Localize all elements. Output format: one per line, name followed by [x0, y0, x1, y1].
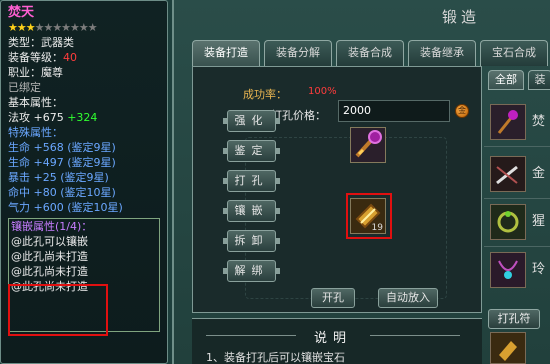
tab-equip-forge[interactable]: 装备打造 — [192, 40, 260, 66]
ring-icon — [491, 205, 525, 239]
inventory-item-name: 金 — [532, 166, 546, 181]
star-empty-icon: ★★★★★★★ — [34, 21, 98, 34]
base-attr-title: 基本属性： — [8, 96, 63, 109]
star-rating: ★★★★★★★★★★ — [8, 21, 160, 35]
tab-equip-inherit[interactable]: 装备继承 — [408, 40, 476, 66]
item-level: 装备等级：40 — [8, 51, 77, 64]
socket-title: 镶嵌属性(1/4)： — [11, 220, 93, 233]
tab-equip-decompose[interactable]: 装备分解 — [264, 40, 332, 66]
base-attr-line: 法攻 +675 +324 — [8, 111, 98, 124]
inventory-item-name: 焚 — [532, 114, 546, 129]
socket-line: @此孔尚未打造 — [11, 250, 88, 263]
highlight-box — [346, 193, 392, 239]
description-section: 说明 1、装备打孔后可以镶嵌宝石 — [192, 318, 482, 364]
item-name: 焚天 — [8, 5, 35, 20]
forge-panel: 锻造 装备打造 装备分解 装备合成 装备继承 宝石合成 成功率： 100% 打孔… — [172, 0, 550, 364]
punch-button[interactable]: 打孔 — [223, 170, 280, 192]
inventory-divider — [484, 198, 550, 199]
special-attr-line: 命中 +80 (鉴定10星) — [8, 186, 116, 199]
special-attr-line: 生命 +568 (鉴定9星) — [8, 141, 116, 154]
weapon-slot[interactable] — [350, 127, 386, 163]
inventory-item[interactable] — [490, 104, 526, 140]
inventory-item[interactable] — [490, 332, 526, 364]
inventory-item-name: 猩 — [532, 214, 546, 229]
bound-status: 已绑定 — [8, 81, 41, 94]
socket-line: @此孔尚未打造 — [11, 265, 88, 278]
auto-put-button[interactable]: 自动放入 — [378, 288, 438, 308]
success-rate-label: 成功率： — [243, 88, 287, 101]
description-text: 1、装备打孔后可以镶嵌宝石 — [206, 351, 345, 364]
special-attr-line: 生命 +497 (鉴定9星) — [8, 156, 116, 169]
item-type: 类型：武器类 — [8, 36, 74, 49]
staff-icon — [491, 105, 525, 139]
punch-price-field: 2000 — [338, 100, 450, 122]
strengthen-button[interactable]: 强化 — [223, 110, 280, 132]
description-title: 说明 — [205, 327, 461, 346]
open-hole-button[interactable]: 开孔 — [311, 288, 355, 308]
inventory-divider — [484, 146, 550, 147]
special-attr-title: 特殊属性： — [8, 126, 63, 139]
inventory-item[interactable] — [490, 204, 526, 240]
success-rate-value: 100% — [308, 86, 337, 97]
coin-icon: 金 — [455, 104, 469, 118]
punch-charm-icon — [491, 333, 525, 363]
inventory-item-name: 玲 — [532, 262, 546, 277]
inventory-item[interactable] — [490, 252, 526, 288]
staff-icon — [351, 128, 385, 162]
punch-charm-tab[interactable]: 打孔符 — [488, 309, 540, 329]
special-attr-line: 气力 +600 (鉴定10星) — [8, 201, 123, 214]
necklace-icon — [491, 253, 525, 287]
tab-gem-combine[interactable]: 宝石合成 — [480, 40, 548, 66]
socket-line: @此孔可以镶嵌 — [11, 235, 88, 248]
special-attr-line: 暴击 +25 (鉴定9星) — [8, 171, 109, 184]
highlight-box — [8, 284, 108, 336]
inventory-panel: 全部 装 焚 金 猩 玲 打孔符 — [484, 70, 550, 364]
star-icon: ★★★ — [8, 21, 36, 34]
remove-button[interactable]: 拆卸 — [223, 230, 280, 252]
tab-inventory-equip[interactable]: 装 — [528, 70, 550, 90]
item-class: 职业：魔尊 — [8, 66, 63, 79]
identify-button[interactable]: 鉴定 — [223, 140, 280, 162]
tab-equip-combine[interactable]: 装备合成 — [336, 40, 404, 66]
panel-title: 锻造 — [442, 8, 481, 26]
sword-icon — [491, 157, 525, 191]
unbind-button[interactable]: 解绑 — [223, 260, 280, 282]
inventory-divider — [484, 246, 550, 247]
inlay-button[interactable]: 镶嵌 — [223, 200, 280, 222]
forge-area: 成功率： 100% 打孔价格： 2000 金 强化 鉴定 打孔 镶嵌 拆卸 解绑 — [192, 66, 482, 313]
tab-inventory-all[interactable]: 全部 — [488, 70, 524, 90]
inventory-item[interactable] — [490, 156, 526, 192]
